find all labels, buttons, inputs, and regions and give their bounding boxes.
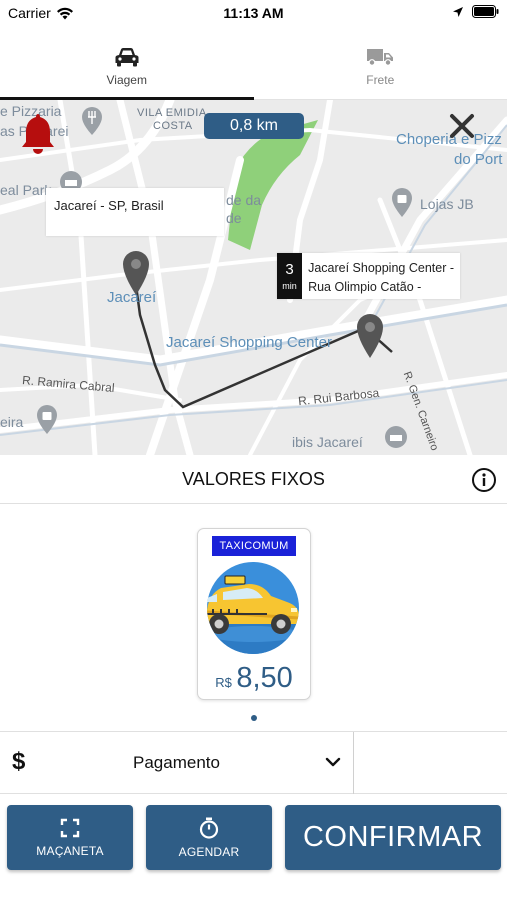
carousel-page-indicator bbox=[251, 715, 257, 721]
map-label-park: eal Park bbox=[0, 182, 52, 198]
tab-frete[interactable]: Frete bbox=[254, 26, 507, 99]
confirm-button[interactable]: CONFIRMAR bbox=[285, 805, 501, 870]
tab-frete-label: Frete bbox=[366, 72, 395, 87]
price-value: 8,50 bbox=[236, 662, 293, 694]
destination-pin-icon[interactable] bbox=[355, 313, 385, 359]
payment-label: Pagamento bbox=[133, 753, 220, 772]
info-icon[interactable] bbox=[471, 467, 497, 493]
close-icon[interactable] bbox=[448, 112, 476, 140]
destination-callout[interactable]: 3 min Jacareí Shopping Center - Rua Olim… bbox=[277, 253, 460, 299]
map-label-da: de da bbox=[226, 192, 262, 208]
taxi-illustration bbox=[207, 562, 299, 654]
eta-value: 3 bbox=[285, 261, 294, 278]
status-bar: Carrier 11:13 AM bbox=[0, 0, 507, 26]
mode-tabs: Viagem Frete bbox=[0, 26, 507, 100]
stopwatch-icon bbox=[199, 817, 219, 839]
confirm-label: CONFIRMAR bbox=[302, 821, 484, 853]
hotel-poi-icon-2 bbox=[385, 426, 407, 448]
price-currency: R$ bbox=[215, 675, 232, 690]
payment-dropdown[interactable]: $ Pagamento bbox=[0, 732, 354, 794]
payment-row: $ Pagamento bbox=[0, 731, 507, 794]
origin-pin-icon[interactable] bbox=[121, 250, 151, 296]
map-label-lojas: Lojas JB bbox=[420, 196, 474, 212]
destination-line2: Rua Olimpio Catão - bbox=[308, 280, 422, 294]
map-label-choperia2: do Port bbox=[454, 151, 503, 168]
eta-unit: min bbox=[282, 281, 297, 291]
status-right bbox=[452, 5, 499, 18]
expand-frame-icon bbox=[60, 818, 80, 837]
destination-address: Jacareí Shopping Center - Rua Olimpio Ca… bbox=[302, 253, 460, 299]
fixed-values-title: VALORES FIXOS bbox=[182, 468, 325, 489]
map-label-shopping: Jacareí Shopping Center bbox=[166, 334, 332, 351]
map-label-eira: eira bbox=[0, 414, 24, 430]
route-map[interactable]: e Pizzaria as Pizzarei VILA EMIDIA COSTA… bbox=[0, 100, 507, 455]
tab-viagem-label: Viagem bbox=[106, 72, 147, 87]
map-label-vila2: COSTA bbox=[153, 120, 193, 132]
vehicle-carousel[interactable]: TAXICOMUM R$ 8,50 bbox=[0, 505, 507, 730]
origin-address: Jacareí - SP, Brasil bbox=[54, 198, 164, 213]
clock: 11:13 AM bbox=[223, 5, 284, 21]
chevron-down-icon bbox=[325, 757, 341, 767]
fixed-values-header: VALORES FIXOS bbox=[0, 455, 507, 504]
map-label-ibis: ibis Jacareí bbox=[292, 434, 363, 450]
truck-icon bbox=[367, 48, 394, 66]
map-label-de: de bbox=[226, 210, 242, 226]
battery-icon bbox=[472, 5, 499, 18]
origin-callout[interactable]: Jacareí - SP, Brasil bbox=[46, 188, 224, 236]
shopping-poi-icon bbox=[392, 188, 412, 217]
restaurant-poi-icon bbox=[82, 107, 102, 135]
destination-line1: Jacareí Shopping Center - bbox=[308, 261, 454, 275]
door-handle-label: MAÇANETA bbox=[36, 843, 104, 858]
schedule-button[interactable]: AGENDAR bbox=[146, 805, 272, 870]
eta-box: 3 min bbox=[277, 253, 303, 299]
location-arrow-icon bbox=[453, 6, 463, 17]
car-icon bbox=[115, 47, 139, 66]
distance-badge: 0,8 km bbox=[204, 113, 304, 139]
taxi-car-icon bbox=[207, 575, 299, 654]
vehicle-price: R$ 8,50 bbox=[198, 662, 310, 695]
door-handle-button[interactable]: MAÇANETA bbox=[7, 805, 133, 870]
vehicle-card-taxicomum[interactable]: TAXICOMUM R$ 8,50 bbox=[197, 528, 311, 700]
alert-bell-icon[interactable] bbox=[20, 112, 56, 154]
schedule-label: AGENDAR bbox=[178, 844, 240, 859]
tab-viagem[interactable]: Viagem bbox=[0, 26, 254, 100]
shopping-poi-icon-2 bbox=[37, 405, 57, 434]
map-label-vila1: VILA EMIDIA bbox=[137, 107, 207, 119]
vehicle-badge: TAXICOMUM bbox=[212, 536, 296, 556]
